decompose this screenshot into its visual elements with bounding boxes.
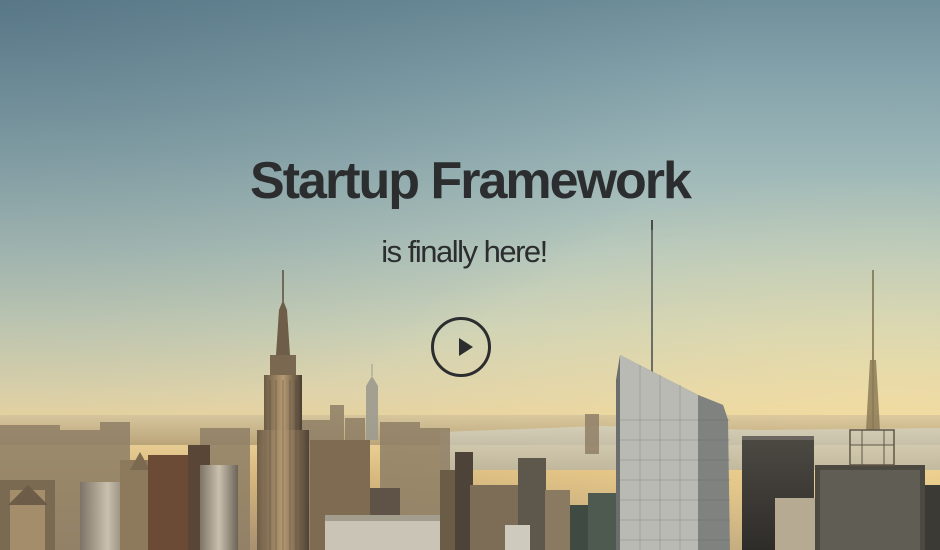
hero-section: Startup Framework is finally here! (0, 0, 940, 550)
play-video-button[interactable] (431, 317, 491, 377)
hero-title: Startup Framework (250, 152, 692, 210)
city-skyline-image (0, 220, 940, 550)
hero-subtitle: is finally here! (381, 234, 548, 269)
play-icon (459, 338, 473, 356)
